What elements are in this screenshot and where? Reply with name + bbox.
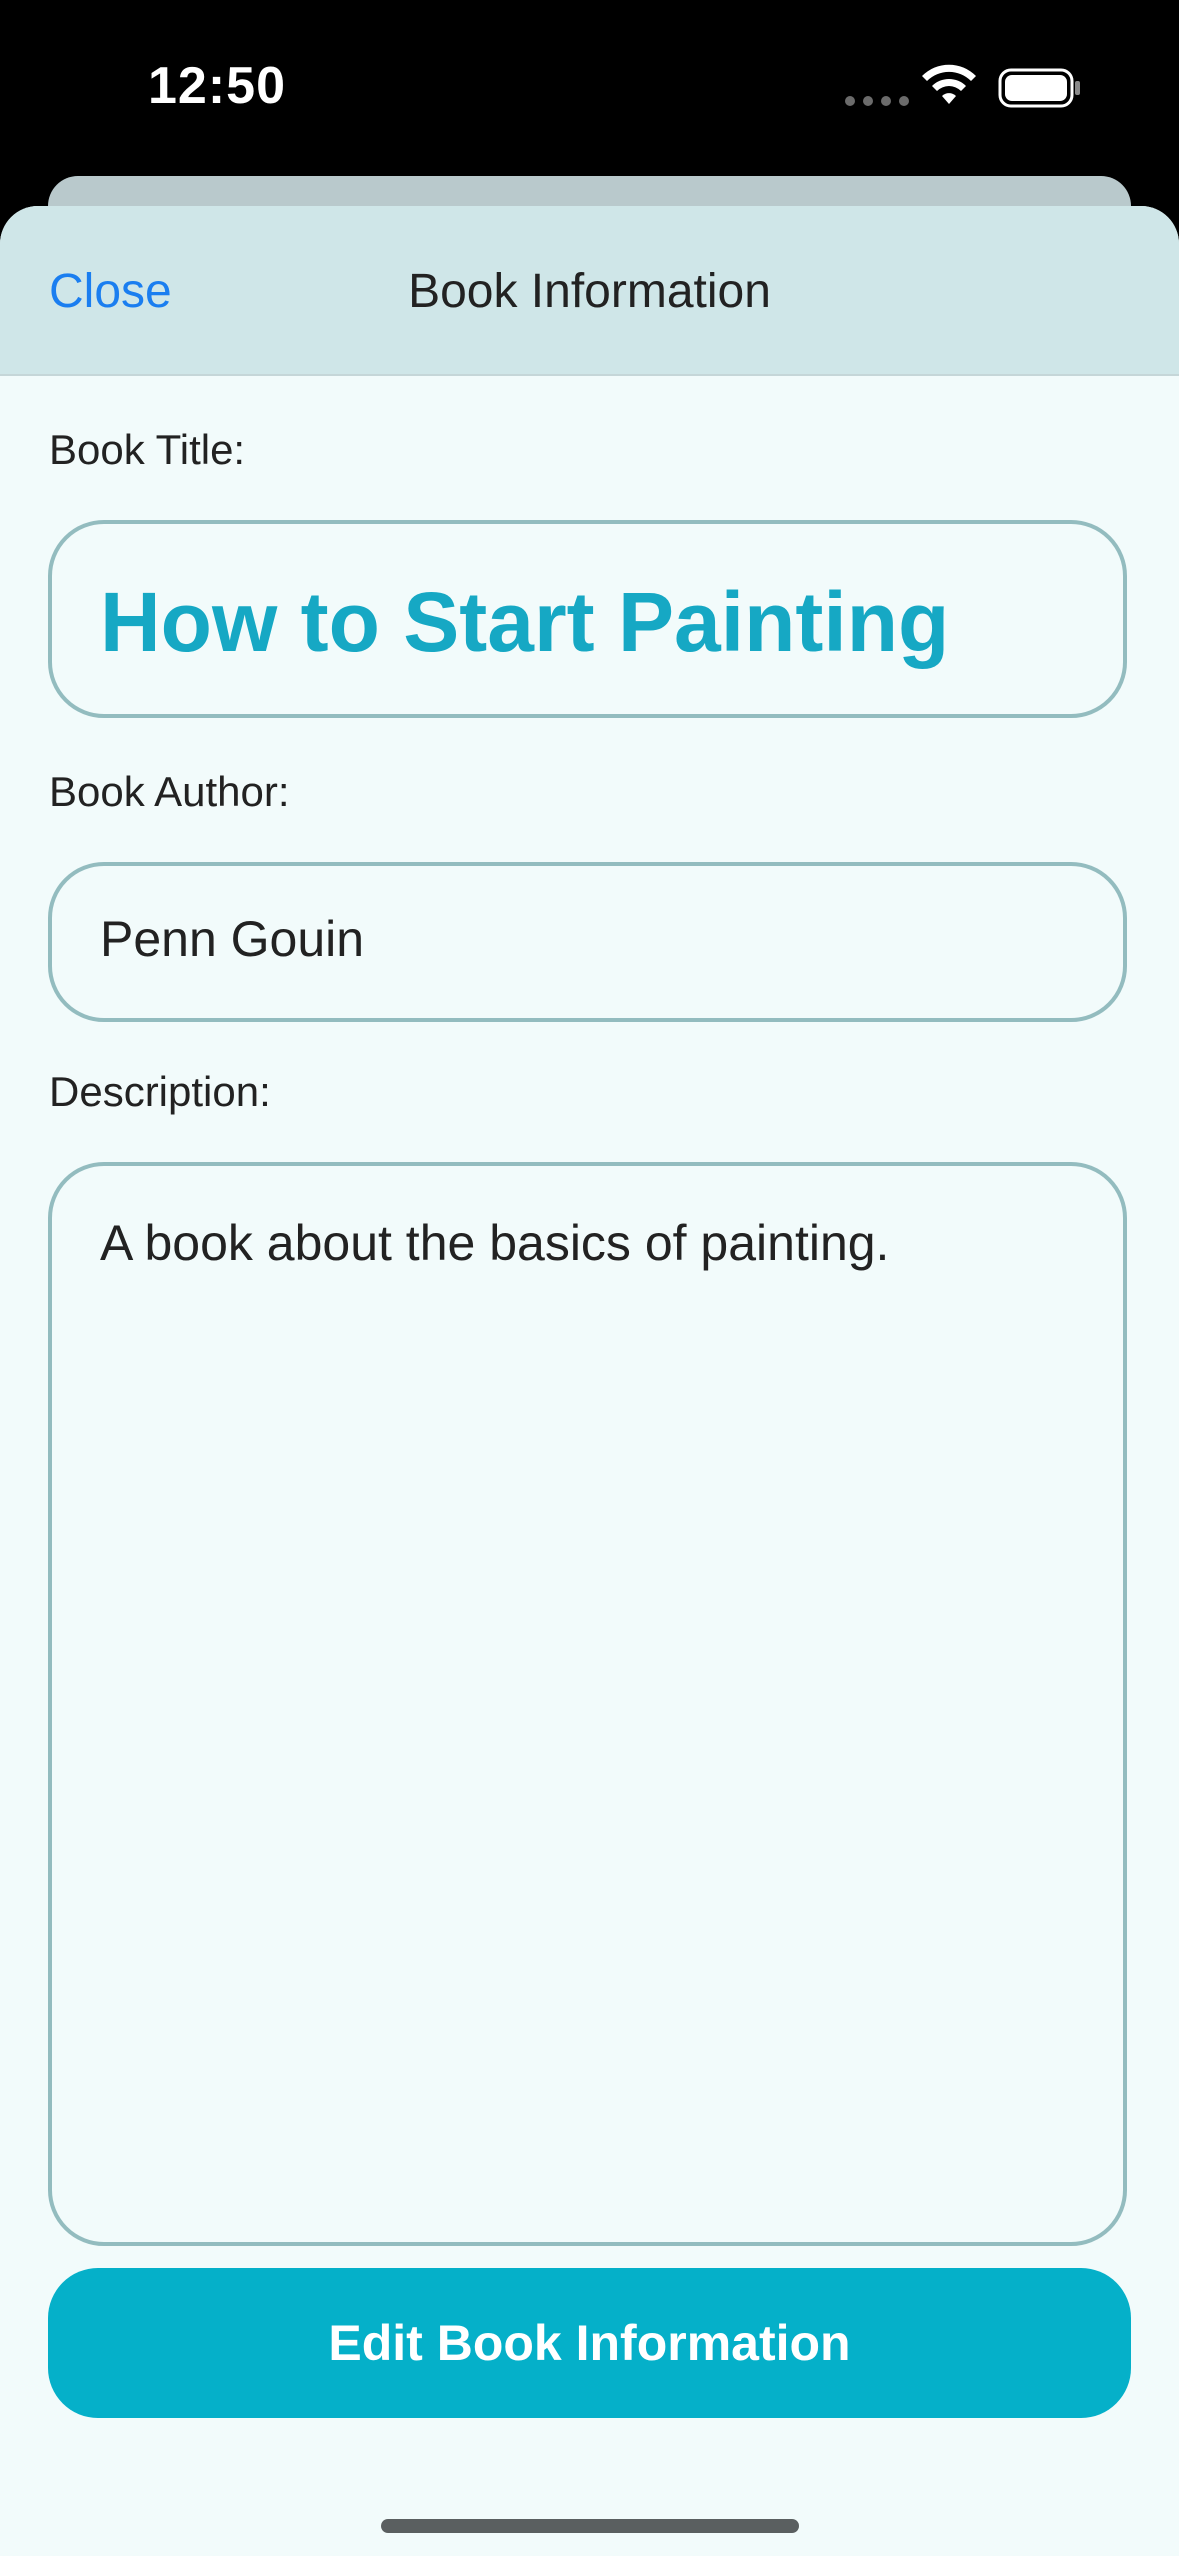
status-time: 12:50: [148, 57, 286, 115]
book-author-label: Book Author:: [49, 768, 290, 815]
book-title-label: Book Title:: [49, 426, 246, 473]
battery-icon: [998, 68, 1080, 108]
book-information-sheet: Close Book Information Book Title: How t…: [0, 206, 1179, 2556]
description-field[interactable]: A book about the basics of painting.: [48, 1162, 1127, 2246]
book-title-field[interactable]: How to Start Painting: [48, 520, 1127, 718]
home-indicator[interactable]: [381, 2519, 799, 2533]
cellular-dots-icon: [845, 96, 909, 106]
edit-book-information-button[interactable]: Edit Book Information: [48, 2268, 1131, 2418]
book-author-field[interactable]: Penn Gouin: [48, 862, 1127, 1022]
description-label: Description:: [49, 1068, 271, 1115]
navigation-bar: Close Book Information: [0, 206, 1179, 376]
description-value: A book about the basics of painting.: [100, 1215, 890, 1271]
wifi-icon: [922, 64, 976, 104]
book-author-value: Penn Gouin: [100, 911, 365, 967]
status-bar: 12:50: [0, 0, 1179, 180]
nav-title: Book Information: [408, 265, 771, 318]
book-title-value: How to Start Painting: [100, 575, 950, 669]
